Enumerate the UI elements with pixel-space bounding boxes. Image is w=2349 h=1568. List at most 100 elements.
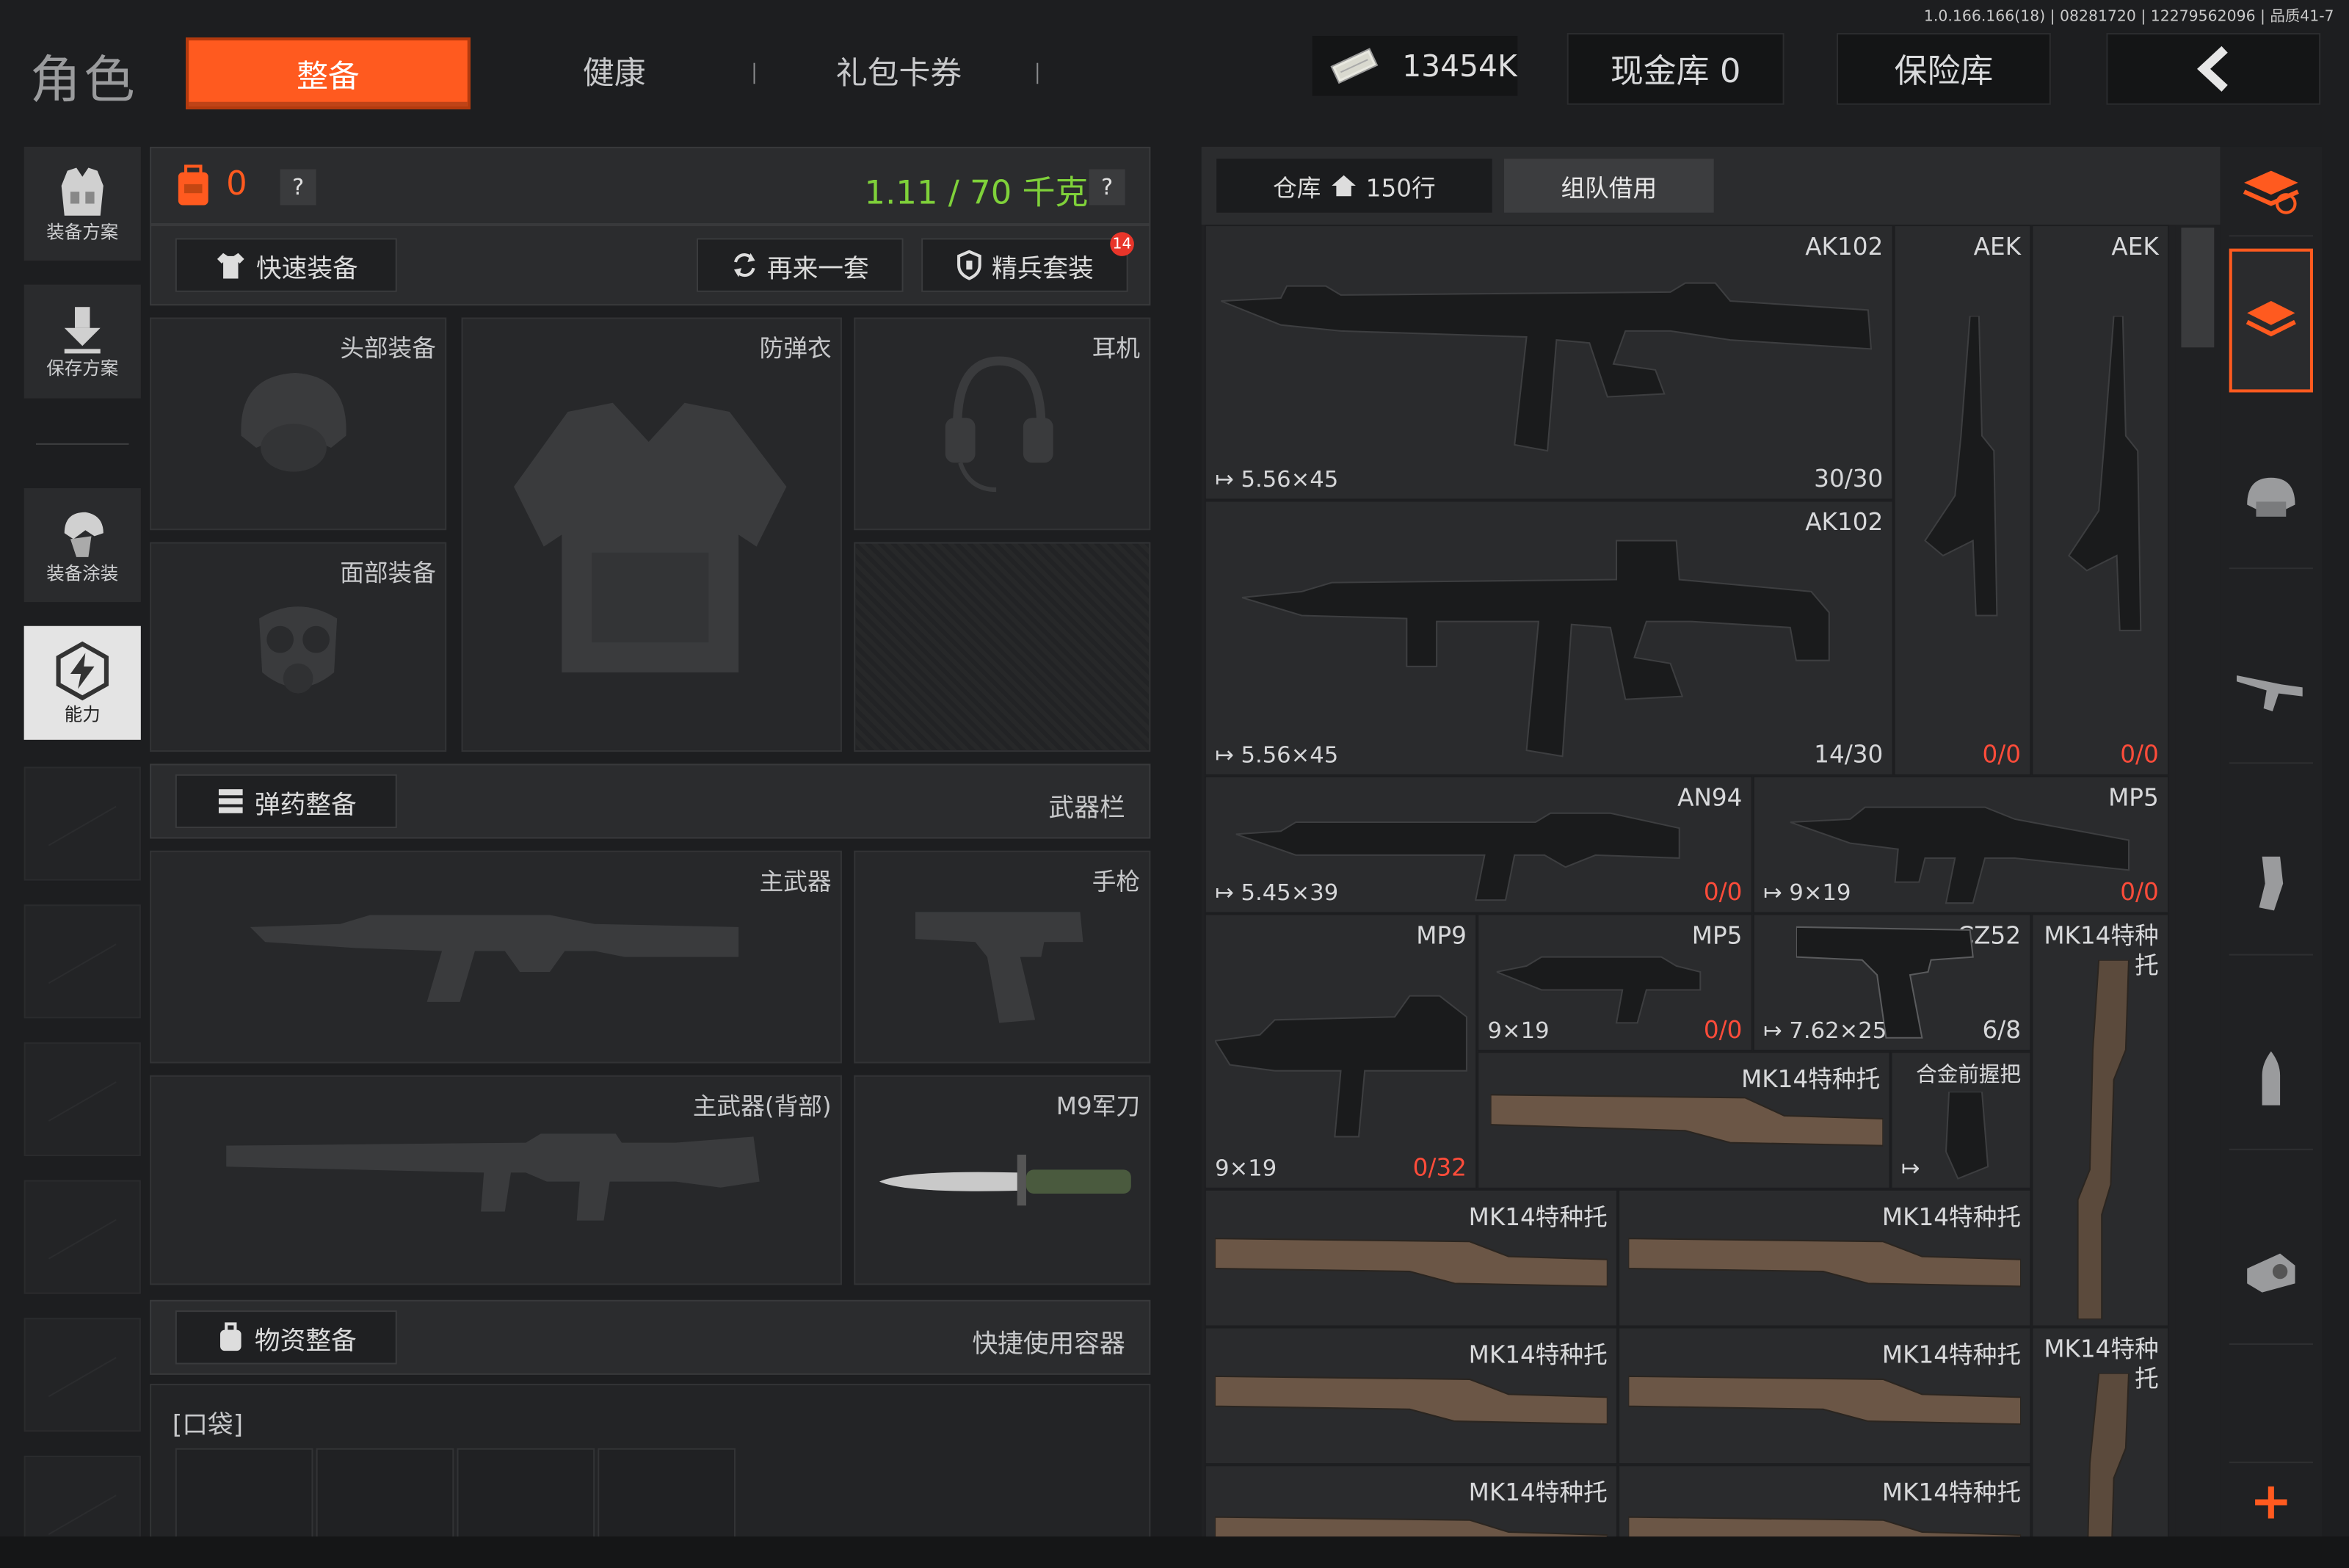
item-mp9[interactable]: MP9 9×19 0/32 [1204,913,1478,1189]
sidebar-item-skins[interactable]: 装备涂装 [23,488,141,603]
item-mk14-stock[interactable]: MK14特种托 [1618,1326,2032,1465]
safe-box-button[interactable]: 保险库 [1837,32,2051,105]
tab-equip[interactable]: 整备 [186,37,471,109]
sidebar-empty-slot [23,904,141,1019]
mk14-stock-icon [1215,1238,1608,1288]
mp5-compact-icon [1496,956,1702,1024]
quick-actions-bar: 快速装备 再来一套 精兵套装 14 [150,225,1151,306]
supply-equip-button[interactable]: 物资整备 [175,1310,397,1365]
tab-gift-cards[interactable]: 礼包卡券 [779,37,1019,109]
gas-mask-icon [259,606,338,694]
tab-divider [1036,62,1039,84]
mp9-smg-icon [1215,995,1467,1138]
item-mk14-stock[interactable]: MK14特种托 [2031,1326,2170,1540]
ammo-list-icon [218,789,243,813]
primary-slot-label: 主武器 [759,867,832,896]
armor-slot-label: 防弹衣 [759,333,832,363]
item-ammo: ↦ 5.56×45 [1215,741,1338,769]
item-cz52[interactable]: CZ52 ↦ 7.62×25 6/8 [1752,913,2032,1052]
add-category-button[interactable]: + [2229,1462,2313,1539]
sidebar-item-ability[interactable]: 能力 [23,625,141,740]
ammo-arrow-icon: ↦ [1763,879,1790,907]
item-mk14-stock[interactable]: MK14特种托 [1618,1464,2032,1540]
item-an94[interactable]: AN94 ↦ 5.45×39 0/0 [1204,775,1753,914]
item-name: MK14特种托 [1881,1340,2022,1369]
weight-help-button[interactable]: ? [1089,169,1125,206]
cash-vault-button[interactable]: 现金库 0 [1566,32,1785,105]
again-label: 再来一套 [766,253,869,284]
shirt-icon [217,253,244,279]
ammo-arrow-icon: ↦ [1763,1017,1790,1044]
item-alloy-foregrip[interactable]: 合金前握把 ↦ [1890,1051,2032,1189]
sidebar-empty-slot [23,1180,141,1294]
weight-header: 0 ? 1.11 / 70 千克 ? [150,146,1151,225]
item-ammo-value: 7.62×25 [1789,1017,1887,1044]
filter-all[interactable] [2229,147,2313,237]
ammo-equip-button[interactable]: 弹药整备 [175,774,397,829]
elite-set-button[interactable]: 精兵套装 [921,238,1128,292]
paint-icon [64,511,104,556]
item-ak102[interactable]: AK102 ↦ 5.56×45 30/30 [1204,225,1894,501]
filter-ammo[interactable] [2229,1006,2313,1150]
item-mp5[interactable]: MP5 ↦ 9×19 0/0 [1752,775,2170,914]
category-filter-column: + [2220,146,2323,1540]
head-slot[interactable]: 头部装备 [150,317,447,531]
item-mk14-stock[interactable]: MK14特种托 [1204,1326,1619,1465]
filter-gear[interactable] [2229,425,2313,570]
item-ak102[interactable]: AK102 ↦ 5.56×45 14/30 [1204,500,1894,776]
filter-weapons[interactable] [2229,620,2313,764]
mk14-stock-icon [1628,1375,2022,1426]
item-name: MK14特种托 [1881,1202,2022,1231]
warehouse-scrollbar[interactable] [2175,225,2215,1540]
back-button[interactable] [2106,32,2321,105]
item-aek[interactable]: AEK 0/0 [1893,225,2032,776]
item-ammo: 9×19 [1215,1154,1277,1182]
back-weapon-slot[interactable]: 主武器(背部) [150,1075,842,1285]
pistol-slot-label: 手枪 [1092,867,1141,896]
tab-team-borrow[interactable]: 组队借用 [1503,159,1714,213]
tab-health[interactable]: 健康 [509,37,719,109]
item-mk14-stock[interactable]: MK14特种托 [1477,1051,1891,1189]
warehouse-header: 仓库 150行 组队借用 [1201,146,2221,225]
help-button[interactable]: ? [280,169,316,206]
item-mk14-stock[interactable]: MK14特种托 [1204,1188,1619,1327]
item-name: AEK [1973,232,2022,261]
item-mk14-stock[interactable]: MK14特种托 [2031,913,2170,1327]
item-name: MP9 [1416,921,1467,950]
item-count: 0/32 [1412,1153,1467,1182]
item-aek[interactable]: AEK 0/0 [2031,225,2170,776]
shield-icon [957,250,981,280]
filter-magazines[interactable] [2229,812,2313,956]
filter-stack[interactable] [2229,248,2313,393]
headset-icon [945,356,1053,493]
melee-slot[interactable]: M9军刀 [854,1075,1151,1285]
tab-storage[interactable]: 仓库 150行 [1216,159,1492,213]
item-ammo: 9×19 [1487,1017,1550,1044]
quick-equip-button[interactable]: 快速装备 [175,238,397,292]
pistol-slot[interactable]: 手枪 [854,850,1151,1064]
item-name: MK14特种托 [1468,1202,1608,1231]
pocket-slot[interactable] [175,1448,313,1542]
filter-attachments[interactable] [2229,1201,2313,1346]
face-slot[interactable]: 面部装备 [150,542,447,752]
pocket-slot[interactable] [457,1448,595,1542]
pocket-slot[interactable] [598,1448,736,1542]
scrollbar-thumb[interactable] [2181,228,2215,348]
item-count: 6/8 [1982,1015,2022,1044]
ammo-section-label: 弹药整备 [254,790,357,820]
item-mk14-stock[interactable]: MK14特种托 [1618,1188,2032,1327]
pocket-slot[interactable] [316,1448,454,1542]
item-mp5-compact[interactable]: MP5 9×19 0/0 [1477,913,1753,1052]
sidebar-item-label: 装备涂装 [46,562,119,584]
foregrip-icon [1945,1092,1989,1180]
sidebar-item-loadout-plan[interactable]: 装备方案 [23,146,141,261]
bullet-icon [2262,1050,2281,1105]
armor-slot[interactable]: 防弹衣 [461,317,842,752]
again-button[interactable]: 再来一套 [696,238,904,292]
headset-slot[interactable]: 耳机 [854,317,1151,531]
ammo-arrow-icon: ↦ [1215,879,1241,907]
primary-weapon-slot[interactable]: 主武器 [150,850,842,1064]
sidebar-item-label: 保存方案 [46,357,119,379]
sidebar-item-save-plan[interactable]: 保存方案 [23,284,141,399]
item-mk14-stock[interactable]: MK14特种托 [1204,1464,1619,1540]
